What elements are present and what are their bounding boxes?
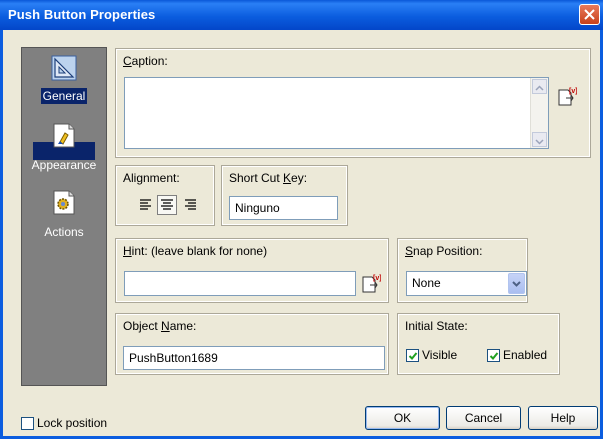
insert-field-icon[interactable]: [v] <box>557 87 577 107</box>
align-center-icon <box>161 199 173 210</box>
caption-scrollbar[interactable] <box>530 78 548 148</box>
alignment-label: Alignment: <box>123 171 180 185</box>
initial-state-group: Initial State: Visible Enabled <box>397 313 560 375</box>
hint-group: Hint: (leave blank for none) [v] <box>115 238 389 303</box>
insert-field-icon[interactable]: [v] <box>361 274 381 294</box>
align-center-button[interactable] <box>157 195 177 215</box>
visible-checkbox[interactable] <box>406 349 419 362</box>
visible-label: Visible <box>422 348 458 362</box>
align-left-icon[interactable] <box>139 198 153 212</box>
snap-position-value: None <box>412 276 441 290</box>
shortcut-key-group: Short Cut Key: Ninguno <box>221 165 348 226</box>
caption-value <box>125 78 548 84</box>
object-name-input[interactable]: PushButton1689 <box>123 346 385 370</box>
scroll-down-button[interactable] <box>532 132 547 147</box>
chevron-down-icon <box>512 281 521 287</box>
title-bar: Push Button Properties <box>0 0 603 30</box>
gear-page-icon <box>53 190 75 215</box>
hint-input[interactable] <box>124 271 356 296</box>
nav-item-appearance[interactable]: Appearance <box>22 158 106 172</box>
close-button[interactable] <box>579 4 600 25</box>
nav-item-actions-label: Actions <box>44 225 84 239</box>
paint-page-icon <box>53 123 75 148</box>
object-name-group: Object Name: PushButton1689 <box>115 313 389 375</box>
object-name-label: Object Name: <box>123 319 197 333</box>
scroll-up-button[interactable] <box>532 79 547 94</box>
caption-label: Caption: <box>123 54 168 68</box>
help-button[interactable]: Help <box>528 406 598 430</box>
shortcut-key-input[interactable]: Ninguno <box>229 196 338 220</box>
snap-position-label: Snap Position: <box>405 244 483 258</box>
snap-position-group: Snap Position: None <box>397 238 528 303</box>
lock-position-checkbox[interactable] <box>21 417 34 430</box>
caption-textarea[interactable] <box>124 77 549 149</box>
close-icon <box>584 9 595 20</box>
ok-button[interactable]: OK <box>365 406 440 430</box>
dropdown-button[interactable] <box>508 273 525 294</box>
nav-item-appearance-label: Appearance <box>31 158 97 172</box>
category-nav: General Appearance Actions <box>21 47 107 386</box>
triangle-ruler-icon <box>51 55 77 81</box>
snap-position-select[interactable]: None <box>406 271 527 296</box>
initial-state-label: Initial State: <box>405 319 468 333</box>
chevron-down-icon <box>535 139 544 145</box>
svg-text:[v]: [v] <box>569 88 577 95</box>
align-right-icon[interactable] <box>183 198 197 212</box>
hint-label: Hint: (leave blank for none) <box>123 244 268 258</box>
svg-text:[v]: [v] <box>373 275 381 282</box>
alignment-group: Alignment: <box>115 165 215 226</box>
checkmark-icon <box>489 352 499 360</box>
cancel-button[interactable]: Cancel <box>446 406 521 430</box>
nav-item-general[interactable]: General <box>22 88 106 104</box>
enabled-label: Enabled <box>503 348 548 362</box>
nav-item-general-label: General <box>40 88 88 104</box>
shortcut-key-label: Short Cut Key: <box>229 171 308 185</box>
enabled-checkbox[interactable] <box>487 349 500 362</box>
nav-item-actions[interactable]: Actions <box>22 225 106 239</box>
chevron-up-icon <box>535 85 544 91</box>
checkmark-icon <box>408 352 418 360</box>
lock-position-label: Lock position <box>37 416 108 430</box>
window-title: Push Button Properties <box>8 7 156 22</box>
caption-group: Caption: [v] <box>115 48 591 158</box>
